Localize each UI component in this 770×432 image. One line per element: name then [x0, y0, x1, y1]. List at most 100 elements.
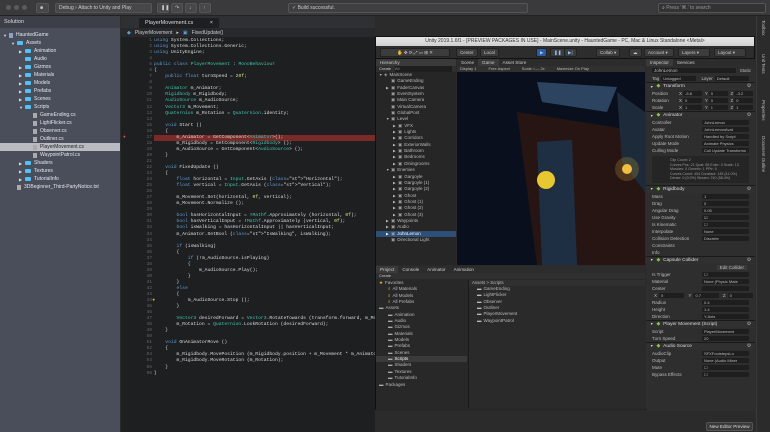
property-value[interactable]: ☐ — [702, 221, 749, 227]
object-name[interactable]: JohnLemon — [652, 68, 736, 73]
tab-inspector[interactable]: Inspector — [646, 59, 673, 66]
property-value[interactable]: ☑ — [702, 214, 749, 220]
chevron-down-icon[interactable]: ▼ — [650, 187, 653, 191]
settings-gear-icon[interactable]: ⚙ — [747, 258, 751, 263]
tab-animation[interactable]: Animation — [449, 266, 478, 273]
property-value[interactable]: JohnLemon — [702, 120, 749, 125]
side-pad-toolbox[interactable]: Toolbox — [761, 20, 766, 36]
cloud-icon[interactable]: ☁ — [629, 48, 642, 57]
step-button[interactable]: ▶| — [564, 48, 577, 57]
play-button[interactable]: ▶ — [536, 48, 548, 57]
transform-component-header[interactable]: ▼ ◆ Transform ⚙ — [646, 82, 755, 90]
property-value[interactable]: ☐ — [702, 364, 749, 370]
solution-item[interactable]: ▼ Scripts — [0, 103, 120, 111]
line-number-gutter[interactable]: 1 2 3 4 5 6 7 8 9 10 11 12 13 14 15 16 ● 17 18 19 20 21 22 23 24… — [121, 38, 155, 377]
solution-item[interactable]: Audio — [0, 55, 120, 63]
path-segment[interactable]: Assets — [472, 280, 485, 285]
info-foldout[interactable]: Info — [646, 249, 755, 256]
property-value[interactable]: ☐ — [702, 271, 749, 277]
stop-button[interactable]: ■ — [36, 3, 49, 13]
property-value[interactable]: PlayerMovement — [702, 328, 749, 334]
hierarchy-item[interactable]: ▣ Directional Light — [376, 237, 456, 243]
tag-dropdown[interactable]: Untagged — [661, 76, 696, 81]
solution-item[interactable]: ▶ Models — [0, 79, 120, 87]
tab-scene[interactable]: Scene — [457, 59, 479, 66]
solution-item[interactable]: ▶ Materials — [0, 71, 120, 79]
solution-item[interactable]: ▶ TutorialInfo — [0, 175, 120, 183]
tab-console[interactable]: Console — [398, 266, 424, 273]
transform-y-field[interactable]: 0 — [708, 91, 728, 96]
settings-gear-icon[interactable]: ⚙ — [747, 322, 751, 327]
solution-item[interactable]: Observer.cs — [0, 127, 120, 135]
capsule-component-header[interactable]: ▼ ◆ Capsule Collider ⚙ — [646, 255, 755, 264]
close-tab-icon[interactable]: × — [210, 20, 213, 26]
code-line[interactable]: } — [154, 371, 384, 377]
audio-component-header[interactable]: ▼ ◆ Audio Source ⚙ — [646, 341, 755, 350]
side-pad-unit-tests[interactable]: Unit Tests — [761, 54, 766, 74]
property-value[interactable]: Discrete — [702, 235, 749, 241]
property-value[interactable]: 20 — [702, 335, 749, 341]
solution-item[interactable]: ▶ Gizmos — [0, 63, 120, 71]
property-value[interactable]: JohnLemonAvat — [702, 127, 749, 132]
transform-y-field[interactable]: 1 — [708, 105, 728, 110]
solution-item[interactable]: PlayerMovement.cs — [0, 143, 120, 151]
solution-item[interactable]: WaypointPatrol.cs — [0, 151, 120, 159]
tab-asset-store[interactable]: Asset Store — [498, 59, 531, 66]
transform-x-field[interactable]: 1 — [683, 105, 702, 110]
solution-item[interactable]: ▶ Scenes — [0, 95, 120, 103]
transform-z-field[interactable]: -3.2 — [734, 91, 753, 96]
property-value[interactable]: 1 — [702, 193, 749, 199]
pivot-local-toggle[interactable]: Local — [480, 48, 499, 57]
tab-game[interactable]: Game — [478, 59, 499, 66]
static-checkbox[interactable]: Static — [740, 68, 751, 73]
side-pad-document-outline[interactable]: Document Outline — [761, 136, 766, 172]
project-create-dropdown[interactable]: Create — [379, 273, 391, 278]
search-input[interactable]: ⌕ Press '⌘.' to search — [658, 3, 766, 13]
step-out-button[interactable]: ↑ — [199, 3, 211, 13]
transform-y-field[interactable]: 0 — [708, 98, 728, 103]
property-value[interactable] — [702, 285, 749, 291]
solution-item[interactable]: 3DBeginner_Third-PartyNotice.txt — [0, 183, 120, 191]
new-editor-preview-button[interactable]: New Editor Preview — [706, 422, 753, 431]
pause-button[interactable]: ❚❚ — [157, 3, 169, 13]
property-value[interactable]: 1.4 — [702, 306, 749, 312]
property-value[interactable]: ☐ — [702, 371, 749, 377]
center-z-field[interactable]: 0 — [727, 292, 753, 298]
property-value[interactable]: None (Audio Mixer — [702, 357, 749, 363]
property-value[interactable]: SFXFootstepsLo — [702, 350, 749, 356]
settings-gear-icon[interactable]: ⚙ — [747, 84, 751, 89]
property-value[interactable]: 0 — [702, 200, 749, 206]
center-y-field[interactable]: 0.7 — [693, 292, 719, 298]
settings-gear-icon[interactable]: ⚙ — [747, 344, 751, 349]
run-configuration-selector[interactable]: Debug › Attach to Unity and Play — [55, 3, 152, 13]
property-value[interactable]: Y-Axis — [702, 313, 749, 319]
property-value[interactable]: 0.05 — [702, 207, 749, 213]
code-text[interactable]: using System.Collections; using System.Co… — [154, 38, 384, 377]
account-dropdown[interactable]: Account ▾ — [644, 48, 674, 57]
solution-item[interactable]: ▶ Prefabs — [0, 87, 120, 95]
tab-player-movement[interactable]: PlayerMovement.cs × — [139, 18, 219, 28]
solution-item[interactable]: ▼ Assets — [0, 39, 120, 47]
script-file[interactable]: ▬ WaypointPatrol — [469, 318, 645, 324]
settings-gear-icon[interactable]: ⚙ — [747, 187, 751, 192]
settings-gear-icon[interactable]: ⚙ — [747, 113, 751, 118]
constraints-foldout[interactable]: Constraints — [646, 242, 755, 249]
transform-x-field[interactable]: 0 — [683, 98, 702, 103]
tab-services[interactable]: Services — [672, 59, 699, 66]
close-window-button[interactable] — [6, 5, 11, 10]
transform-z-field[interactable]: 1 — [734, 105, 753, 110]
pivot-center-toggle[interactable]: Center — [456, 48, 478, 57]
solution-item[interactable]: GameEnding.cs — [0, 111, 120, 119]
chevron-down-icon[interactable]: ▼ — [650, 258, 653, 262]
edit-collider-button[interactable]: Edit Collider — [716, 264, 747, 270]
tab-project[interactable]: Project — [376, 266, 399, 273]
chevron-down-icon[interactable]: ▼ — [650, 322, 653, 326]
solution-item[interactable]: LightFlicker.cs — [0, 119, 120, 127]
solution-item[interactable]: ▶ Animation — [0, 47, 120, 55]
solution-item[interactable]: ▶ Shaders — [0, 159, 120, 167]
solution-item[interactable]: ▼ HauntedGame — [0, 31, 120, 39]
minimize-window-button[interactable] — [14, 5, 19, 10]
center-x-field[interactable]: 0 — [659, 292, 685, 298]
chevron-down-icon[interactable]: ▼ — [650, 114, 653, 118]
transform-z-field[interactable]: 0 — [734, 98, 753, 103]
